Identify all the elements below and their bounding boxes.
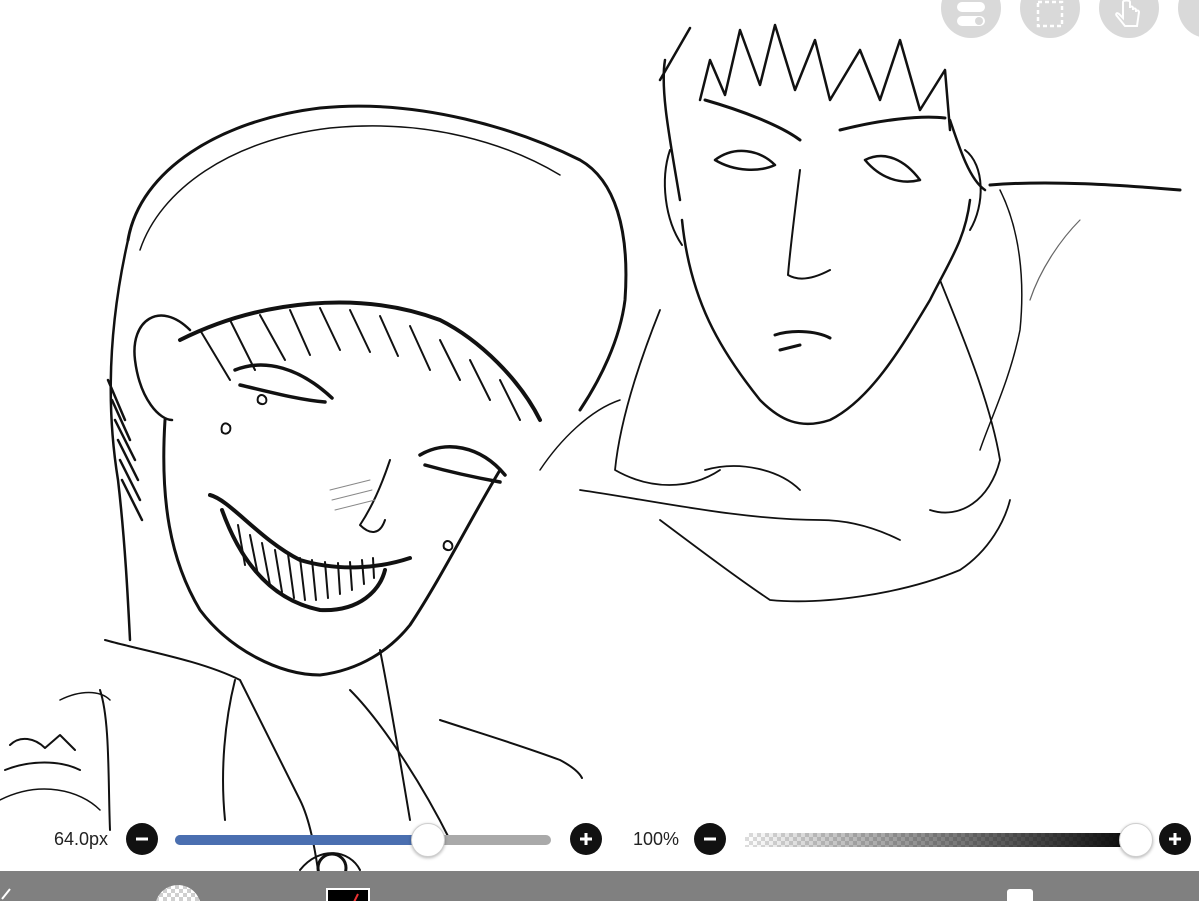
left-figure-nose	[359, 459, 391, 533]
left-figure-eye-left	[233, 363, 334, 404]
opacity-track[interactable]	[745, 833, 1147, 847]
plus-icon	[580, 833, 592, 845]
right-figure-mouth	[773, 330, 832, 352]
left-figure-bangs	[178, 300, 542, 422]
layers-icon[interactable]	[1007, 889, 1033, 901]
left-figure-face	[162, 418, 502, 677]
right-figure-hair	[658, 23, 952, 132]
right-figure-brow-right	[838, 115, 947, 132]
opacity-label: 100%	[633, 829, 680, 849]
right-figure-face	[680, 198, 972, 426]
right-figure-eye-left	[713, 149, 777, 171]
brush-size-fill	[175, 835, 427, 845]
right-figure-neck	[614, 309, 801, 491]
plus-icon	[1169, 833, 1181, 845]
left-figure-head	[126, 104, 628, 412]
opacity-increase-button[interactable]	[1159, 823, 1191, 855]
left-figure-eye-right	[418, 445, 507, 484]
brush-tool-icon[interactable]	[0, 885, 16, 901]
brush-size-increase-button[interactable]	[570, 823, 602, 855]
color-swatch-icon[interactable]	[326, 888, 370, 901]
minus-icon	[136, 837, 148, 841]
selection-icon	[1036, 0, 1064, 28]
minus-icon	[704, 837, 716, 841]
drawing-canvas[interactable]	[0, 0, 1199, 901]
bottom-toolbar	[0, 871, 1199, 901]
brush-preview-icon[interactable]	[155, 885, 201, 901]
right-figure-eye-right	[863, 154, 922, 183]
brush-size-thumb[interactable]	[410, 823, 445, 857]
brush-size-label: 64.0px	[54, 829, 109, 849]
right-figure-brow-left	[703, 98, 802, 142]
left-figure-ear	[133, 314, 192, 422]
right-figure-nose	[787, 169, 831, 280]
brush-size-decrease-button[interactable]	[126, 823, 158, 855]
layer-toggle-icon	[957, 2, 985, 26]
opacity-thumb[interactable]	[1119, 823, 1153, 857]
hand-icon	[1115, 0, 1141, 27]
opacity-decrease-button[interactable]	[694, 823, 726, 855]
